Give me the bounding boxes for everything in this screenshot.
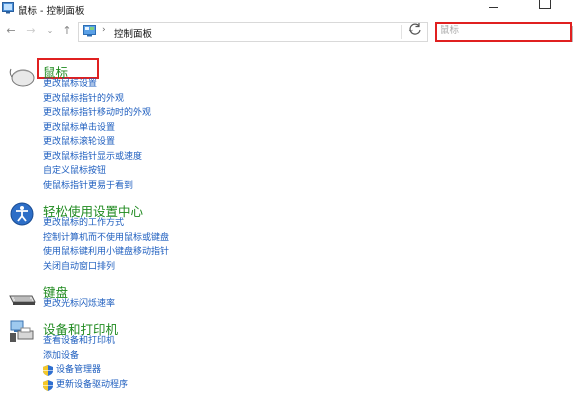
link-item[interactable]: 自定义鼠标按钮 [43,164,151,179]
link-item[interactable]: 添加设备 [43,349,128,364]
link-item[interactable]: 更改鼠标滚轮设置 [43,135,151,150]
breadcrumb[interactable]: 控制面板 [114,26,152,40]
control-panel-icon [83,25,96,37]
search-input[interactable] [440,25,560,36]
shield-icon [43,379,53,391]
link-item[interactable]: 更改鼠标指针移动时的外观 [43,106,151,121]
link-item[interactable]: 更改鼠标设置 [43,77,151,92]
divider [401,25,402,39]
link-label: 更新设备驱动程序 [56,379,129,390]
link-item[interactable]: 查看设备和打印机 [43,334,128,349]
link-item[interactable]: 设备管理器 [43,363,128,378]
link-item[interactable]: 更新设备驱动程序 [43,378,128,393]
link-item[interactable]: 使鼠标指针更易于看到 [43,179,151,194]
link-item[interactable]: 更改鼠标的工作方式 [43,216,169,231]
shield-icon [43,365,53,376]
link-item[interactable]: 更改鼠标指针显示或速度 [43,150,151,165]
search-box[interactable] [435,22,572,42]
link-label: 设备管理器 [56,365,102,375]
link-item[interactable]: 更改光标闪烁速率 [43,297,115,312]
window-title: 鼠标 - 控制面板 [18,6,85,17]
keyboard-icon [9,295,36,305]
scrollbar[interactable] [572,26,577,42]
minimize-button[interactable] [487,3,501,13]
up-arrow-icon[interactable]: ↑ [61,25,73,37]
link-item[interactable]: 更改鼠标单击设置 [43,121,151,136]
mouse-icon [9,68,35,87]
devices-printers-icon [10,320,34,342]
title-bar: 鼠标 - 控制面板 [0,0,577,18]
address-row: ← → ⌄ ↑ › 控制面板 ⌄ [0,18,577,46]
mouse-icon [2,2,14,14]
back-arrow-icon[interactable]: ← [5,25,17,37]
ease-of-access-icon [10,202,34,226]
address-bar[interactable]: › 控制面板 ⌄ [78,22,428,42]
breadcrumb-separator: › [102,25,106,35]
chevron-down-icon[interactable]: ⌄ [44,25,56,37]
link-item[interactable]: 关闭自动窗口排列 [43,260,169,275]
forward-arrow-icon[interactable]: → [25,25,37,37]
maximize-button[interactable] [539,0,551,9]
link-item[interactable]: 使用鼠标键利用小键盘移动指针 [43,245,169,260]
refresh-icon[interactable] [407,21,423,37]
link-item[interactable]: 更改鼠标指针的外观 [43,92,151,107]
link-item[interactable]: 控制计算机而不使用鼠标或键盘 [43,231,169,246]
